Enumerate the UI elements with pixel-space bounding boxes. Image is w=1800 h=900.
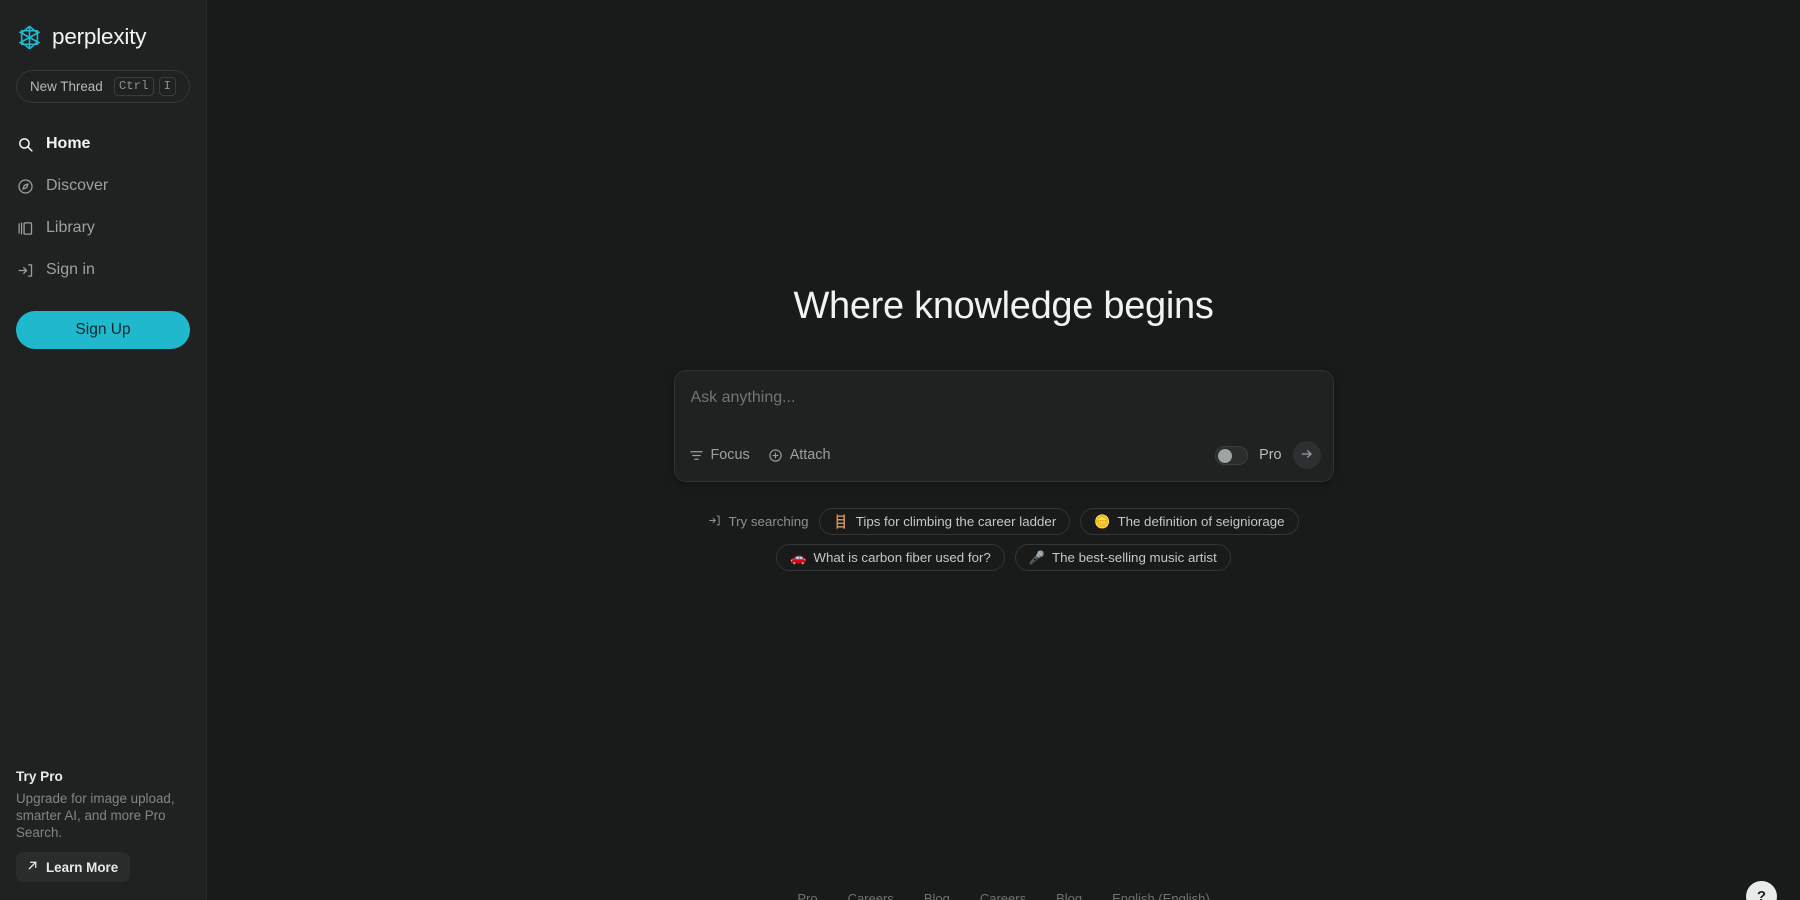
suggestion-chip-carbon-fiber[interactable]: 🚗 What is carbon fiber used for? (776, 544, 1005, 571)
suggestion-chip-seigniorage[interactable]: 🪙 The definition of seigniorage (1080, 508, 1298, 535)
search-icon (16, 135, 35, 154)
footer-link-2[interactable]: Blog (924, 891, 950, 900)
footer-link-0[interactable]: Pro (797, 891, 817, 900)
page-title: Where knowledge begins (793, 285, 1213, 328)
attach-label: Attach (790, 447, 831, 463)
focus-button[interactable]: Focus (689, 447, 750, 463)
new-thread-shortcut: Ctrl I (114, 77, 176, 96)
brand-logo[interactable]: perplexity (0, 0, 206, 56)
sidebar-item-signin[interactable]: Sign in (0, 249, 206, 291)
pro-label: Pro (1259, 447, 1281, 463)
suggestion-list: Try searching 🪜 Tips for climbing the ca… (644, 508, 1364, 571)
try-pro-title: Try Pro (16, 769, 190, 784)
filter-icon (689, 448, 704, 463)
footer-link-3[interactable]: Careers (980, 891, 1026, 900)
help-button[interactable]: ? (1746, 881, 1777, 900)
sidebar-item-library[interactable]: Library (0, 207, 206, 249)
try-searching-label: Try searching (708, 514, 808, 530)
suggestion-chip-career-ladder[interactable]: 🪜 Tips for climbing the career ladder (819, 508, 1071, 535)
perplexity-asterisk-icon (16, 24, 43, 51)
coin-emoji-icon: 🪙 (1094, 515, 1110, 528)
car-emoji-icon: 🚗 (790, 551, 806, 564)
kbd-i: I (159, 77, 176, 96)
suggestion-chip-label: What is carbon fiber used for? (813, 550, 990, 565)
footer-links: Pro Careers Blog Careers Blog English (E… (207, 891, 1800, 900)
kbd-ctrl: Ctrl (114, 77, 154, 96)
plus-circle-icon (768, 448, 783, 463)
library-icon (16, 219, 35, 238)
pro-toggle[interactable] (1215, 446, 1248, 465)
sidebar-item-label-discover: Discover (46, 177, 108, 195)
compass-icon (16, 177, 35, 196)
hero-section: Where knowledge begins Focus (674, 285, 1334, 571)
sign-in-icon (16, 261, 35, 280)
search-box[interactable]: Focus Attach Pro (674, 370, 1334, 482)
search-toolbar: Focus Attach Pro (675, 429, 1333, 481)
submit-button[interactable] (1293, 441, 1321, 469)
ladder-emoji-icon: 🪜 (833, 515, 849, 528)
arrow-into-bracket-icon (708, 514, 721, 530)
brand-name: perplexity (52, 24, 146, 50)
learn-more-label: Learn More (46, 860, 118, 875)
sidebar: perplexity New Thread Ctrl I Home (0, 0, 207, 900)
search-input[interactable] (691, 389, 1317, 407)
attach-button[interactable]: Attach (768, 447, 831, 463)
suggestion-chip-label: The best-selling music artist (1052, 550, 1217, 565)
learn-more-button[interactable]: Learn More (16, 852, 130, 882)
main-content: Where knowledge begins Focus (207, 0, 1800, 900)
sidebar-item-home[interactable]: Home (0, 123, 206, 165)
new-thread-button[interactable]: New Thread Ctrl I (16, 70, 190, 103)
suggestion-chip-label: The definition of seigniorage (1117, 514, 1284, 529)
focus-label: Focus (711, 447, 750, 463)
microphone-emoji-icon: 🎤 (1029, 551, 1045, 564)
sidebar-item-discover[interactable]: Discover (0, 165, 206, 207)
sidebar-item-label-home: Home (46, 135, 90, 153)
arrow-right-icon (1300, 447, 1314, 464)
sidebar-item-label-library: Library (46, 219, 95, 237)
search-toolbar-right: Pro (1215, 441, 1320, 469)
try-pro-card: Try Pro Upgrade for image upload, smarte… (0, 769, 206, 900)
footer-link-4[interactable]: Blog (1056, 891, 1082, 900)
app-root: perplexity New Thread Ctrl I Home (0, 0, 1800, 900)
signup-button[interactable]: Sign Up (16, 311, 190, 349)
suggestion-chip-music-artist[interactable]: 🎤 The best-selling music artist (1015, 544, 1231, 571)
footer-link-5[interactable]: English (English) (1112, 891, 1210, 900)
arrow-up-right-icon (26, 859, 39, 875)
try-pro-description: Upgrade for image upload, smarter AI, an… (16, 790, 188, 841)
sidebar-item-label-signin: Sign in (46, 261, 95, 279)
sidebar-nav: Home Discover Library (0, 123, 206, 291)
pro-toggle-knob (1218, 449, 1232, 463)
suggestion-chip-label: Tips for climbing the career ladder (856, 514, 1057, 529)
footer-link-1[interactable]: Careers (848, 891, 894, 900)
try-searching-text: Try searching (728, 514, 808, 529)
new-thread-label: New Thread (30, 79, 103, 94)
search-input-area[interactable] (675, 371, 1333, 429)
